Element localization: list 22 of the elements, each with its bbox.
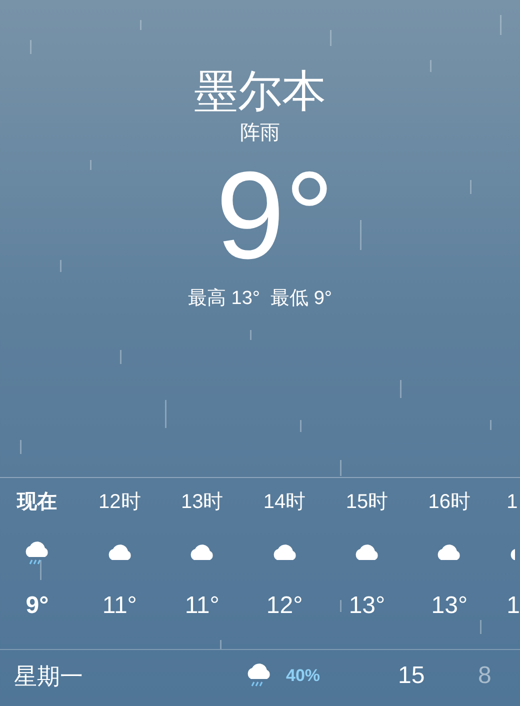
hour-temperature: 13°	[348, 592, 386, 620]
hour-label: 14时	[263, 490, 306, 515]
hour-label: 1	[506, 490, 518, 515]
precipitation-chance: 40%	[286, 665, 322, 688]
hour-temperature: 11°	[102, 592, 137, 620]
hour-label: 15时	[346, 490, 388, 515]
hour-temperature: 13°	[431, 592, 468, 620]
high-temperature: 15	[398, 661, 426, 691]
city-name: 墨尔本	[194, 66, 326, 118]
hour-label: 现在	[17, 490, 58, 515]
hour-label: 12时	[98, 490, 141, 515]
high-low-temperature: 最高 13° 最低 9°	[188, 287, 332, 311]
day-label: 星期一	[14, 662, 84, 691]
hour-temperature: 12°	[266, 592, 303, 620]
weather-condition: 阵雨	[240, 121, 280, 146]
hour-label: 16时	[428, 490, 471, 515]
hour-label: 13时	[180, 490, 224, 515]
hour-temperature: 9°	[26, 592, 49, 620]
hour-temperature: 1	[506, 592, 520, 620]
low-temperature: 8	[478, 661, 492, 691]
current-temperature: 9°	[214, 146, 334, 286]
hour-temperature: 11°	[184, 592, 220, 620]
